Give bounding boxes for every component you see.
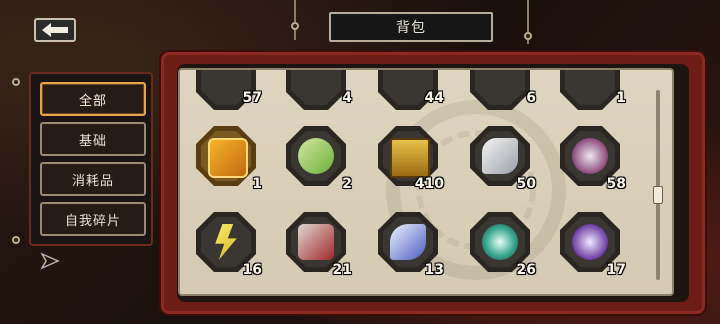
item-count: 26 [516,262,536,278]
category-consumables-button[interactable]: 消耗品 [40,162,146,196]
item-count: 21 [332,262,352,278]
category-all-button[interactable]: 全部 [40,82,146,116]
inventory-item[interactable]: 26 [470,212,536,278]
inventory-item[interactable]: 1 [560,70,626,134]
teal-ring-icon [482,224,518,260]
item-count: 6 [526,90,536,106]
arrow-left-icon [42,23,68,37]
page-title: 背包 [329,12,493,42]
inventory-item[interactable]: 44 [378,70,444,134]
gold-chest-icon [390,138,430,178]
send-arrow-icon[interactable] [40,252,60,270]
item-count: 13 [424,262,444,278]
scrollbar-track[interactable] [656,90,660,280]
scrollbar-thumb[interactable] [653,186,663,204]
inventory-panel: 57 4 44 6 1 1 2 410 50 58 16 21 13 26 17 [178,68,674,296]
pin-decoration [291,22,299,30]
item-count: 57 [242,90,262,106]
gold-ticket-icon [208,138,248,178]
inventory-item[interactable]: 17 [560,212,626,278]
pin-decoration [12,78,20,86]
inventory-item[interactable]: 16 [196,212,262,278]
inventory-item[interactable]: 4 [286,70,352,134]
wire-decoration [294,0,296,40]
blue-tool-icon [390,224,426,260]
category-ego-fragments-button[interactable]: 自我碎片 [40,202,146,236]
pin-decoration [12,236,20,244]
inventory-item[interactable]: 50 [470,126,536,192]
category-menu: 全部 基础 消耗品 自我碎片 [29,72,153,246]
item-count: 16 [242,262,262,278]
violet-shard-icon [572,224,608,260]
back-button[interactable] [34,18,76,42]
item-count: 410 [414,176,444,192]
item-count: 1 [252,176,262,192]
inventory-item[interactable]: 6 [470,70,536,134]
item-count: 1 [616,90,626,106]
inventory-item[interactable]: 58 [560,126,626,192]
purple-orb-icon [572,138,608,174]
inventory-item[interactable]: 21 [286,212,352,278]
item-count: 4 [342,90,352,106]
pin-decoration [524,32,532,40]
item-count: 58 [606,176,626,192]
inventory-item[interactable]: 410 [378,126,444,192]
green-card-icon [298,138,334,174]
silver-shoe-icon [482,138,518,174]
inventory-item[interactable]: 57 [196,70,262,134]
item-count: 2 [342,176,352,192]
item-count: 44 [424,90,444,106]
category-basic-button[interactable]: 基础 [40,122,146,156]
red-mech-icon [298,224,334,260]
inventory-item[interactable]: 2 [286,126,352,192]
item-count: 50 [516,176,536,192]
inventory-item[interactable]: 1 [196,126,262,192]
inventory-item[interactable]: 13 [378,212,444,278]
item-count: 17 [606,262,626,278]
